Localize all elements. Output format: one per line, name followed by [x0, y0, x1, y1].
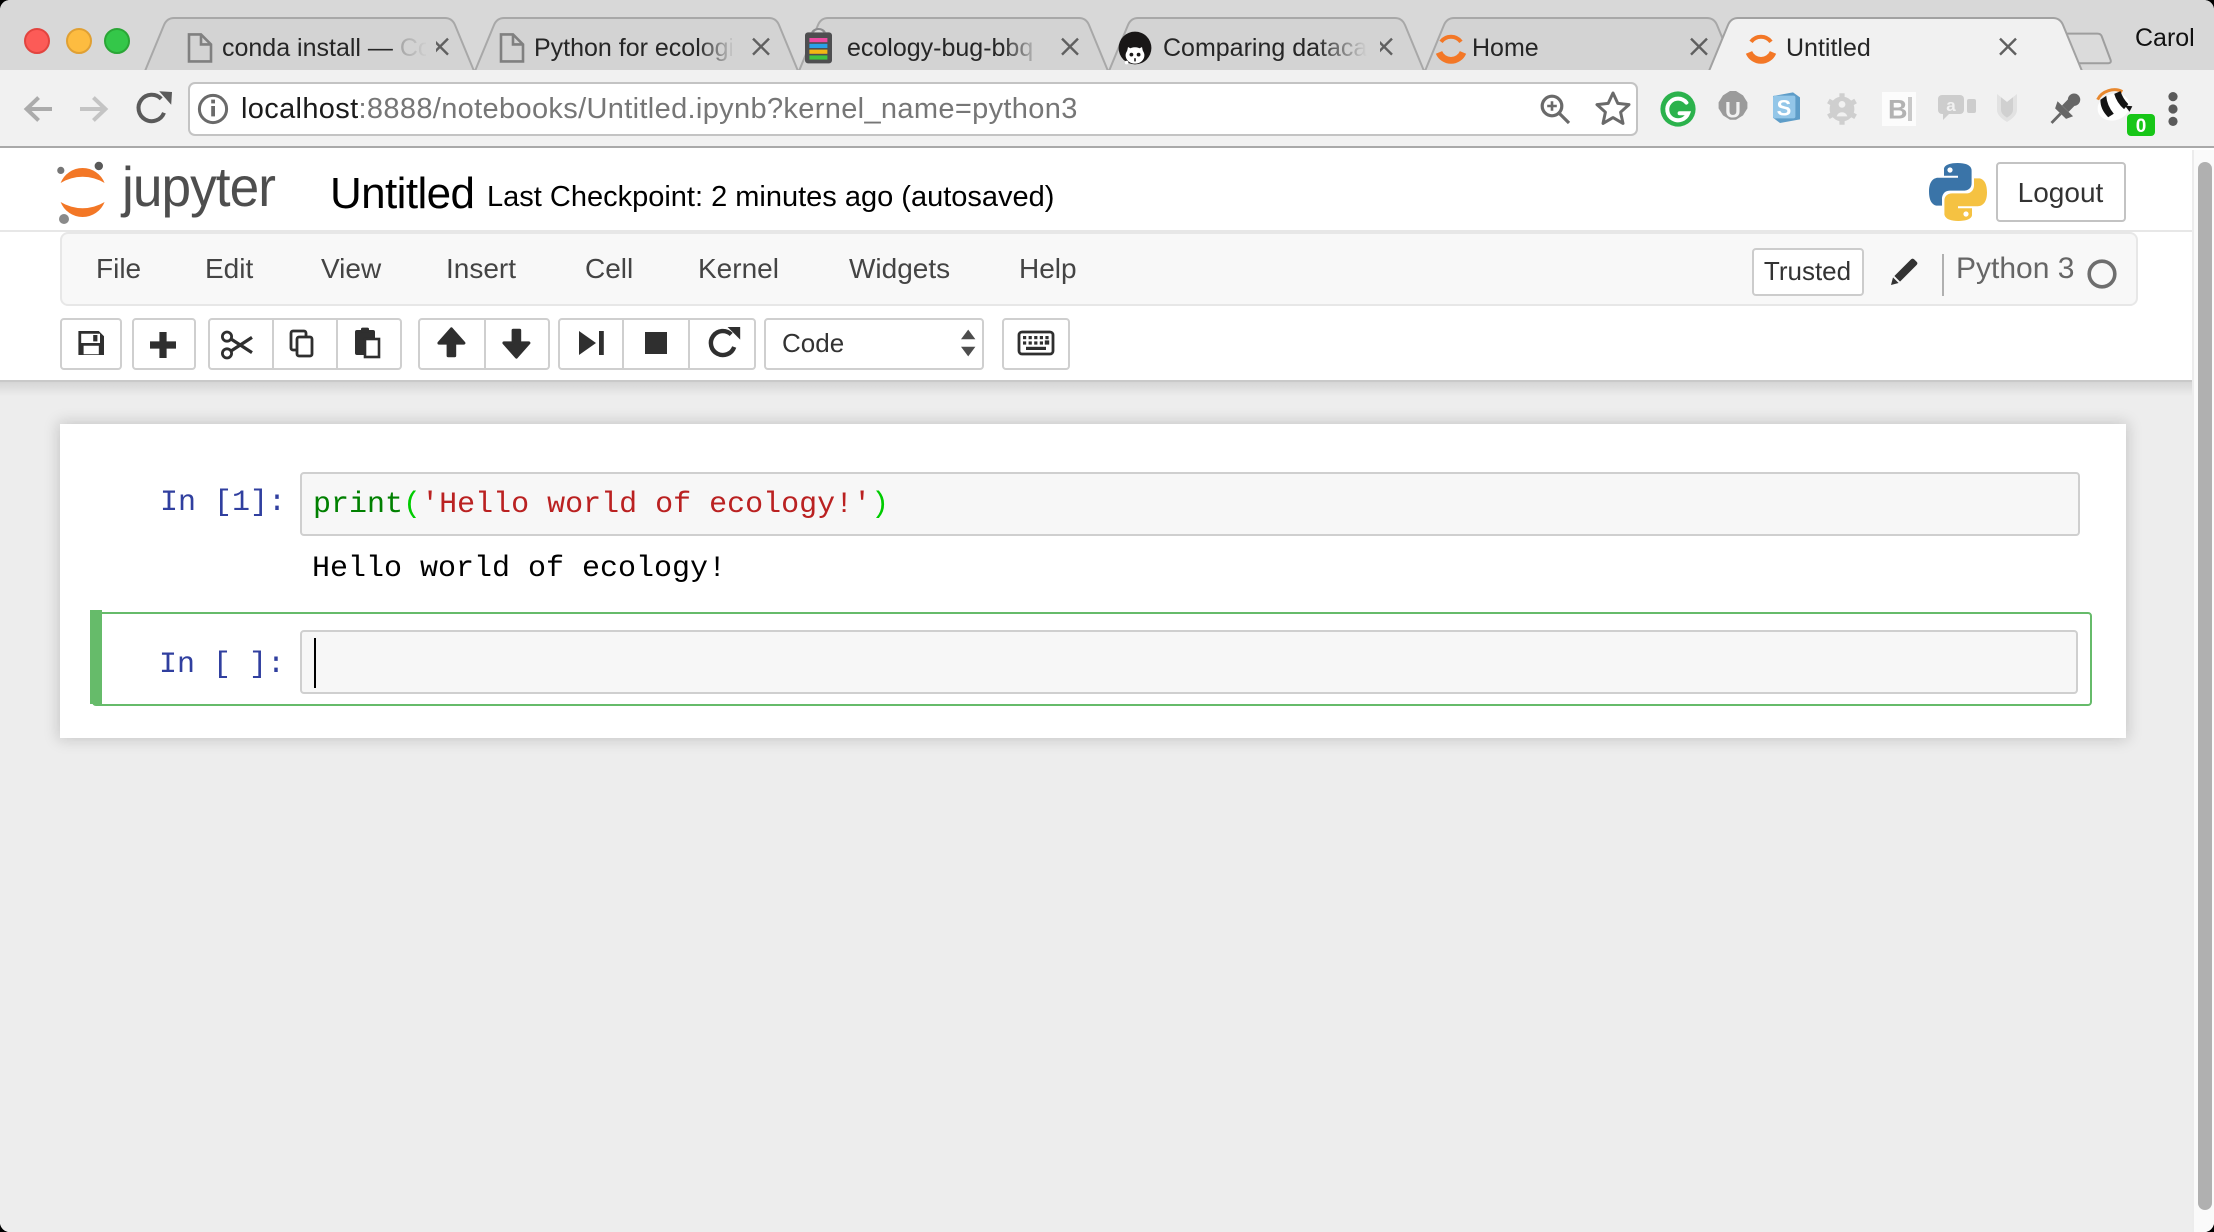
- svg-text:B: B: [1888, 95, 1908, 125]
- svg-text:S: S: [1777, 96, 1792, 121]
- svg-text:a: a: [1946, 96, 1956, 115]
- svg-text:U: U: [1725, 97, 1741, 122]
- svg-text:0: 0: [2136, 116, 2147, 137]
